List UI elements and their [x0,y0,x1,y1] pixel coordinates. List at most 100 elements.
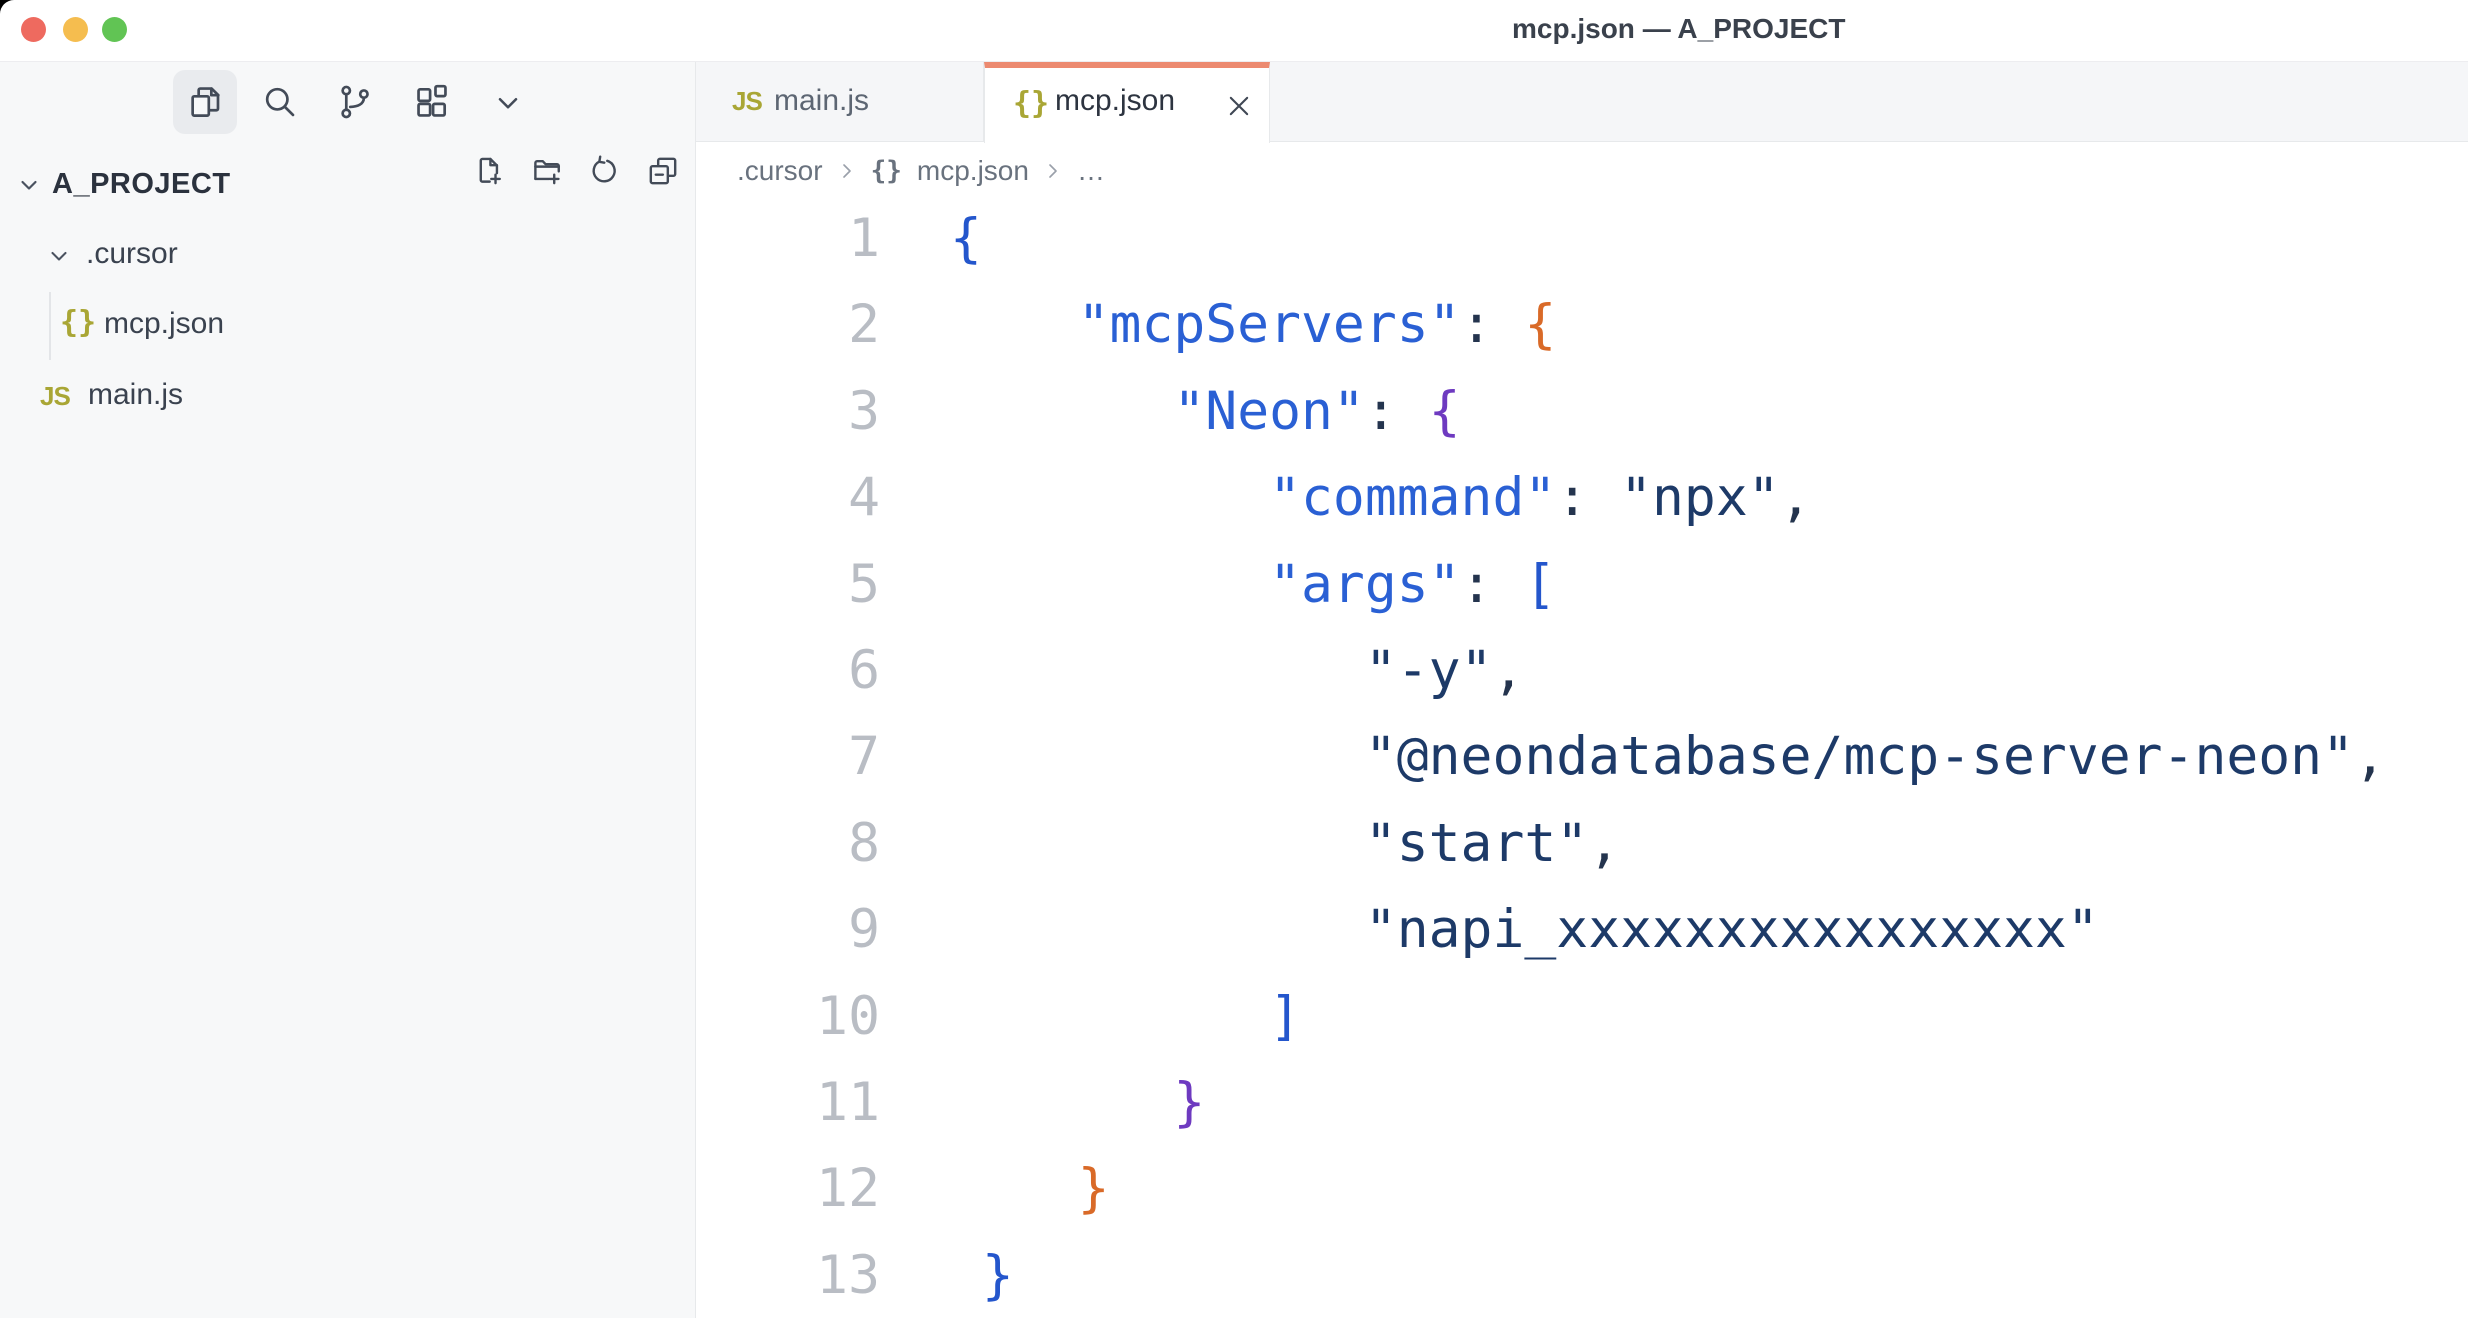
breadcrumb-item-symbol-path[interactable]: … [1077,155,1105,187]
code-line[interactable]: "-y", [950,628,2386,714]
code-token: , [1780,467,1812,528]
line-number: 9 [700,887,880,973]
close-icon[interactable] [1225,92,1253,120]
code-token [950,726,1365,787]
project-name[interactable]: A_PROJECT [52,168,231,201]
line-number: 5 [700,542,880,628]
line-number: 2 [700,282,880,368]
tab-main-js[interactable]: JS main.js [696,62,984,142]
code-token [950,1158,1078,1219]
code-line[interactable]: "args": [ [950,542,2386,628]
code-token: "start" [1365,813,1588,874]
tree-item-mcp-json[interactable]: {} mcp.json [0,290,696,360]
code-lines[interactable]: { "mcpServers": { "Neon": { "command": "… [950,196,2386,1319]
code-token [950,813,1365,874]
code-line[interactable]: { [950,196,2386,282]
extensions-icon[interactable] [413,83,451,121]
line-number: 8 [700,801,880,887]
traffic-light-minimize[interactable] [63,17,88,42]
line-number: 1 [700,196,880,282]
tab-mcp-json[interactable]: {} mcp.json [984,62,1270,143]
tree-item-cursor-folder[interactable]: .cursor [0,220,696,290]
source-control-icon[interactable] [336,83,374,121]
code-line[interactable]: } [950,1233,2386,1319]
code-token [950,1072,1173,1133]
new-folder-icon[interactable] [530,154,564,188]
code-token: "npx" [1620,467,1780,528]
sidebar: A_PROJECT .cursor [0,62,696,1318]
collapse-folders-icon[interactable] [646,154,680,188]
code-token: : [1556,467,1620,528]
traffic-light-zoom[interactable] [102,17,127,42]
line-number: 4 [700,455,880,541]
title-bar: mcp.json — A_PROJECT [0,0,2468,62]
code-token: "-y" [1365,640,1493,701]
code-line[interactable]: "@neondatabase/mcp-server-neon", [950,714,2386,800]
code-token [950,554,1269,615]
code-token: : [1365,381,1429,442]
window-corner [0,0,16,16]
refresh-icon[interactable] [588,154,622,188]
code-line[interactable]: "napi_xxxxxxxxxxxxxxxx" [950,887,2386,973]
code-token: [ [1524,554,1556,615]
code-token: { [1429,381,1461,442]
code-token: "mcpServers" [1078,294,1461,355]
code-token [950,294,1078,355]
code-token [950,899,1365,960]
line-number: 10 [700,974,880,1060]
code-token: : [1461,554,1525,615]
json-braces-icon: {} [1013,86,1049,121]
breadcrumb: .cursor {} mcp.json … [737,142,1105,200]
code-token: , [2354,726,2386,787]
code-token: { [1524,294,1556,355]
folder-chevron-down-icon [46,243,72,269]
code-line[interactable]: ] [950,974,2386,1060]
code-token [950,467,1269,528]
chevron-right-icon [838,162,856,180]
code-line[interactable]: "start", [950,801,2386,887]
line-number: 3 [700,369,880,455]
code-token [950,1245,982,1306]
chevron-right-icon [1044,162,1062,180]
code-token [950,986,1269,1047]
code-line[interactable]: "command": "npx", [950,455,2386,541]
line-number: 12 [700,1146,880,1232]
code-line[interactable]: "Neon": { [950,369,2386,455]
traffic-light-close[interactable] [21,17,46,42]
breadcrumb-item-mcp-json[interactable]: mcp.json [917,155,1029,187]
line-number: 6 [700,628,880,714]
code-token: , [1492,640,1524,701]
tab-label: mcp.json [1055,84,1175,118]
project-chevron-down-icon[interactable] [16,172,42,198]
json-braces-icon: {} [60,305,96,340]
breadcrumb-item-cursor[interactable]: .cursor [737,155,823,187]
code-token: "@neondatabase/mcp-server-neon" [1365,726,2354,787]
line-number: 13 [700,1233,880,1319]
line-numbers: 12345678910111213 [700,196,880,1319]
new-file-icon[interactable] [472,154,506,188]
code-token: } [982,1245,1014,1306]
tab-bar: JS main.js {} mcp.json [696,62,2468,142]
code-token [950,640,1365,701]
file-name: mcp.json [104,307,224,341]
explorer-files-icon[interactable] [186,83,224,121]
code-token [950,381,1173,442]
code-token: } [1173,1072,1205,1133]
line-number: 7 [700,714,880,800]
code-token: ] [1269,986,1301,1047]
code-line[interactable]: } [950,1146,2386,1232]
tab-bar-border [696,141,2468,142]
tab-label: main.js [774,84,869,118]
code-line[interactable]: } [950,1060,2386,1146]
chevron-down-icon[interactable] [492,87,524,119]
code-token: , [1588,813,1620,874]
tree-item-main-js[interactable]: JS main.js [0,361,696,431]
code-token: "Neon" [1173,381,1364,442]
code-line[interactable]: "mcpServers": { [950,282,2386,368]
code-token: { [950,208,982,269]
code-token: "napi_xxxxxxxxxxxxxxxx" [1365,899,2099,960]
search-icon[interactable] [261,83,299,121]
code-token: "args" [1269,554,1460,615]
code-token: : [1461,294,1525,355]
file-name: main.js [88,378,183,412]
